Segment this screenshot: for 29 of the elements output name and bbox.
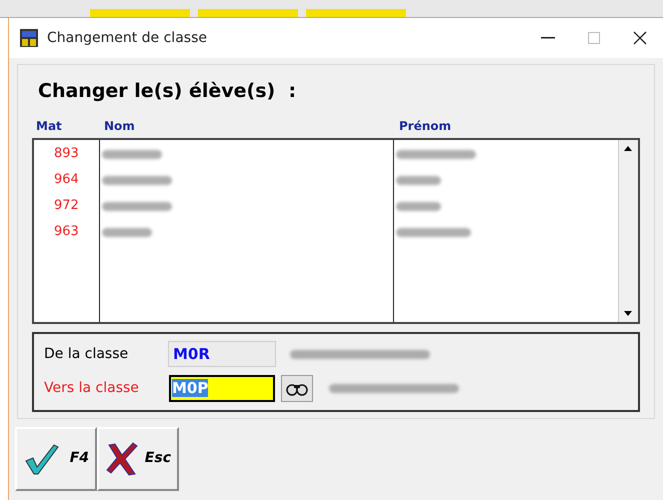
- table-cell-text: 964: [53, 170, 80, 188]
- column-header: Nom: [104, 118, 136, 134]
- close-icon: [633, 31, 647, 45]
- table-cell-text: 963: [53, 222, 80, 240]
- table-cell-text: 893: [53, 144, 80, 162]
- binoculars-icon: [285, 382, 309, 396]
- redacted-text: [102, 202, 172, 210]
- to-class-field[interactable]: M0P: [169, 375, 275, 402]
- redacted-text: [102, 176, 172, 184]
- app-icon: [19, 28, 39, 48]
- minimize-icon: [541, 37, 555, 39]
- table-cell-text: 972: [53, 196, 80, 214]
- column-header: Mat: [35, 118, 63, 134]
- cross-icon: [105, 440, 139, 476]
- maximize-icon: [588, 32, 600, 44]
- redacted-text: [102, 150, 162, 158]
- field-label: De la classe: [44, 344, 130, 364]
- cancel-button[interactable]: Esc: [97, 426, 179, 490]
- lookup-button[interactable]: [281, 375, 313, 402]
- column-header: Prénom: [399, 118, 452, 134]
- redacted-text: [396, 176, 441, 184]
- scrollbar[interactable]: [618, 140, 638, 322]
- window-title: Changement de classe: [47, 28, 207, 48]
- field-label: Vers la classe: [44, 379, 140, 398]
- heading: Changer le(s) élève(s) :: [38, 79, 298, 104]
- redacted-text: [102, 228, 152, 236]
- from-class-field: M0R: [168, 341, 276, 367]
- redacted-text: [396, 202, 441, 210]
- confirm-button[interactable]: F4: [15, 426, 97, 490]
